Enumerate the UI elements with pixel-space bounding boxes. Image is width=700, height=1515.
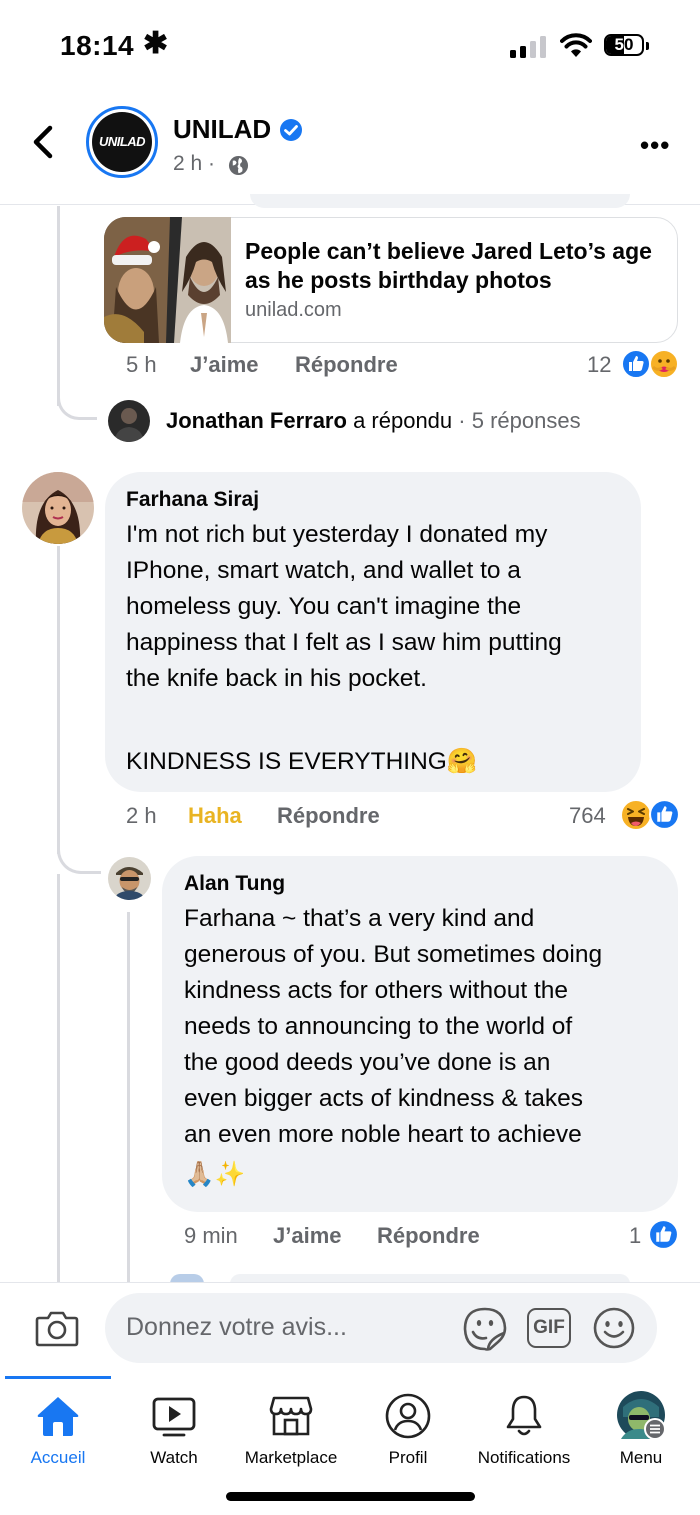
tab-label: Accueil: [30, 1448, 86, 1467]
back-arrow-icon[interactable]: [28, 125, 58, 159]
comment-line: even bigger acts of kindness & takes: [184, 1085, 584, 1112]
home-indicator: [226, 1492, 475, 1501]
status-time: 18:14: [60, 30, 135, 61]
comment-line: I'm not rich but yesterday I donated my: [126, 521, 548, 548]
sticker-icon[interactable]: [462, 1306, 508, 1352]
reply-summary-text: a répondu: [353, 408, 453, 433]
link-preview-title[interactable]: People can’t believe Jared Leto’s age as…: [245, 237, 665, 295]
tab-label: Menu: [619, 1448, 663, 1467]
commenter-avatar[interactable]: [108, 857, 151, 900]
comment-timestamp: 9 min: [184, 1223, 238, 1248]
comment-author[interactable]: Farhana Siraj: [126, 488, 259, 512]
care-icon: [649, 349, 679, 379]
comment-text: Farhana ~ that’s a very kind and generou…: [184, 901, 669, 1193]
comment-line: [126, 697, 626, 744]
thread-line: [57, 546, 60, 854]
tab-menu[interactable]: Menu: [583, 1376, 699, 1476]
like-icon: [648, 1219, 679, 1250]
tab-label: Notifications: [477, 1448, 571, 1467]
comment-input-placeholder[interactable]: Donnez votre avis...: [126, 1313, 347, 1342]
comment-line: 🙏🏼✨: [184, 1161, 246, 1188]
comment-line: happiness that I felt as I saw him putti…: [126, 629, 562, 656]
comment-line: KINDNESS IS EVERYTHING🤗: [126, 748, 478, 775]
menu-avatar-icon: [617, 1391, 666, 1440]
thread-curve: [57, 380, 97, 420]
comment-line: IPhone, smart watch, and wallet to a: [126, 557, 521, 584]
more-options-icon[interactable]: •••: [640, 130, 670, 161]
comment-line: needs to announcing to the world of: [184, 1013, 573, 1040]
comment-line: the good deeds you’ve done is an: [184, 1049, 551, 1076]
tab-marketplace[interactable]: Marketplace: [233, 1376, 349, 1476]
page-avatar[interactable]: UNILAD: [92, 112, 152, 172]
reply-button[interactable]: Répondre: [277, 803, 380, 829]
link-preview-domain: unilad.com: [245, 299, 342, 321]
replier-name[interactable]: Jonathan Ferraro: [166, 408, 347, 433]
bubble-edge-top: [250, 194, 630, 208]
watch-icon: [152, 1397, 196, 1437]
comment-line: kindness acts for others without the: [184, 977, 569, 1004]
dnd-icon: ✱: [143, 27, 169, 60]
comment-timestamp: 5 h: [126, 352, 157, 377]
globe-icon: [228, 155, 249, 176]
commenter-avatar[interactable]: [22, 472, 94, 544]
tab-notifications[interactable]: Notifications: [466, 1376, 582, 1476]
like-icon: [649, 799, 680, 830]
verified-badge-icon: [280, 119, 302, 141]
tab-label: Marketplace: [244, 1448, 338, 1467]
reaction-count[interactable]: 1: [629, 1223, 641, 1249]
comment-author[interactable]: Alan Tung: [184, 872, 285, 896]
comment-timestamp: 2 h: [126, 803, 157, 828]
comment-line: generous of you. But sometimes doing: [184, 941, 603, 968]
tab-label: Profil: [388, 1448, 428, 1467]
signal-icon: [510, 36, 546, 58]
tab-profile[interactable]: Profil: [350, 1376, 466, 1476]
comment-line: an even more noble heart to achieve: [184, 1121, 582, 1148]
replier-avatar[interactable]: [108, 400, 150, 442]
post-timestamp: 2 h ·: [173, 152, 216, 175]
emoji-icon[interactable]: [592, 1306, 636, 1350]
battery-level: 50: [614, 35, 634, 54]
haha-reaction-button[interactable]: Haha: [188, 803, 242, 829]
reaction-count[interactable]: 764: [569, 803, 606, 829]
profile-icon: [385, 1393, 431, 1439]
thread-line: [57, 874, 60, 1282]
camera-icon[interactable]: [35, 1308, 79, 1348]
reply-count[interactable]: · 5 réponses: [458, 408, 580, 433]
home-icon: [37, 1397, 79, 1436]
page-name[interactable]: UNILAD: [173, 114, 271, 145]
thread-line: [57, 206, 60, 406]
comment-line: the knife back in his pocket.: [126, 665, 427, 692]
like-button[interactable]: J’aime: [190, 352, 259, 378]
tab-home[interactable]: Accueil: [0, 1376, 116, 1476]
gif-icon[interactable]: GIF: [527, 1308, 571, 1348]
like-icon: [621, 349, 651, 379]
wifi-icon: [560, 33, 592, 57]
comment-line: homeless guy. You can't imagine the: [126, 593, 522, 620]
like-button[interactable]: J’aime: [273, 1223, 342, 1249]
article-thumbnail[interactable]: [104, 217, 231, 343]
reaction-count[interactable]: 12: [587, 352, 611, 378]
reply-button[interactable]: Répondre: [295, 352, 398, 378]
reply-summary[interactable]: Jonathan Ferraro a répondu · 5 réponses: [166, 408, 581, 434]
comment-line: Farhana ~ that’s a very kind and: [184, 905, 535, 932]
marketplace-icon: [269, 1396, 313, 1436]
tab-watch[interactable]: Watch: [116, 1376, 232, 1476]
comment-text: I'm not rich but yesterday I donated my …: [126, 517, 626, 780]
battery-indicator: 50: [604, 34, 650, 58]
bell-icon: [506, 1395, 542, 1436]
tab-label: Watch: [150, 1448, 198, 1467]
haha-icon: [620, 799, 652, 831]
thread-line: [127, 912, 130, 1282]
thread-curve: [57, 830, 101, 874]
reply-button[interactable]: Répondre: [377, 1223, 480, 1249]
